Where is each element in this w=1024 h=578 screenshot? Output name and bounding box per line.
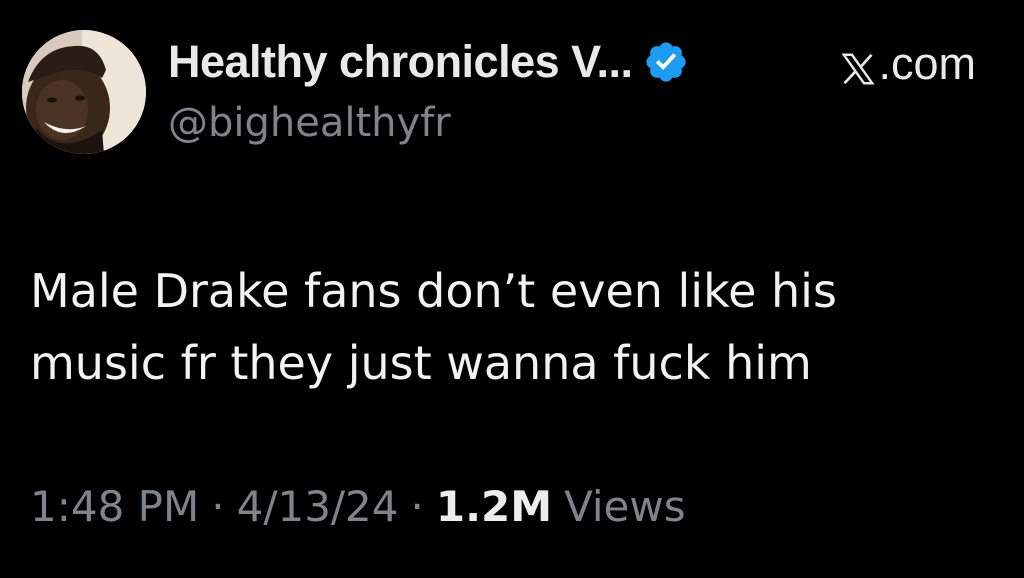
- author-handle[interactable]: @bighealthyfr: [168, 100, 451, 146]
- meta-separator: ·: [410, 482, 424, 531]
- tweet-text-line: music fr they just wanna fuck him: [30, 336, 812, 390]
- verified-badge-icon: [643, 39, 689, 85]
- x-logo-icon: [840, 46, 876, 85]
- source-label[interactable]: .com: [840, 36, 976, 92]
- author-display-name[interactable]: Healthy chronicles V...: [168, 36, 633, 88]
- tweet-text-line: Male Drake fans don’t even like his: [30, 264, 837, 318]
- tweet-header: Healthy chronicles V... .com @bighealthy…: [168, 30, 994, 160]
- meta-separator: ·: [211, 482, 225, 531]
- tweet-time[interactable]: 1:48 PM: [30, 482, 199, 531]
- views-count[interactable]: 1.2M: [436, 482, 552, 531]
- views-label[interactable]: Views: [564, 482, 686, 531]
- tweet-text: Male Drake fans don’t even like his musi…: [30, 255, 990, 399]
- avatar-photo-icon: [22, 30, 146, 154]
- tweet-date[interactable]: 4/13/24: [237, 482, 399, 531]
- tweet-meta: 1:48 PM · 4/13/24 · 1.2M Views: [30, 482, 686, 531]
- tweet-card: Healthy chronicles V... .com @bighealthy…: [0, 0, 1024, 578]
- author-name-row[interactable]: Healthy chronicles V...: [168, 32, 689, 92]
- source-domain: .com: [878, 38, 976, 89]
- avatar[interactable]: [22, 30, 146, 154]
